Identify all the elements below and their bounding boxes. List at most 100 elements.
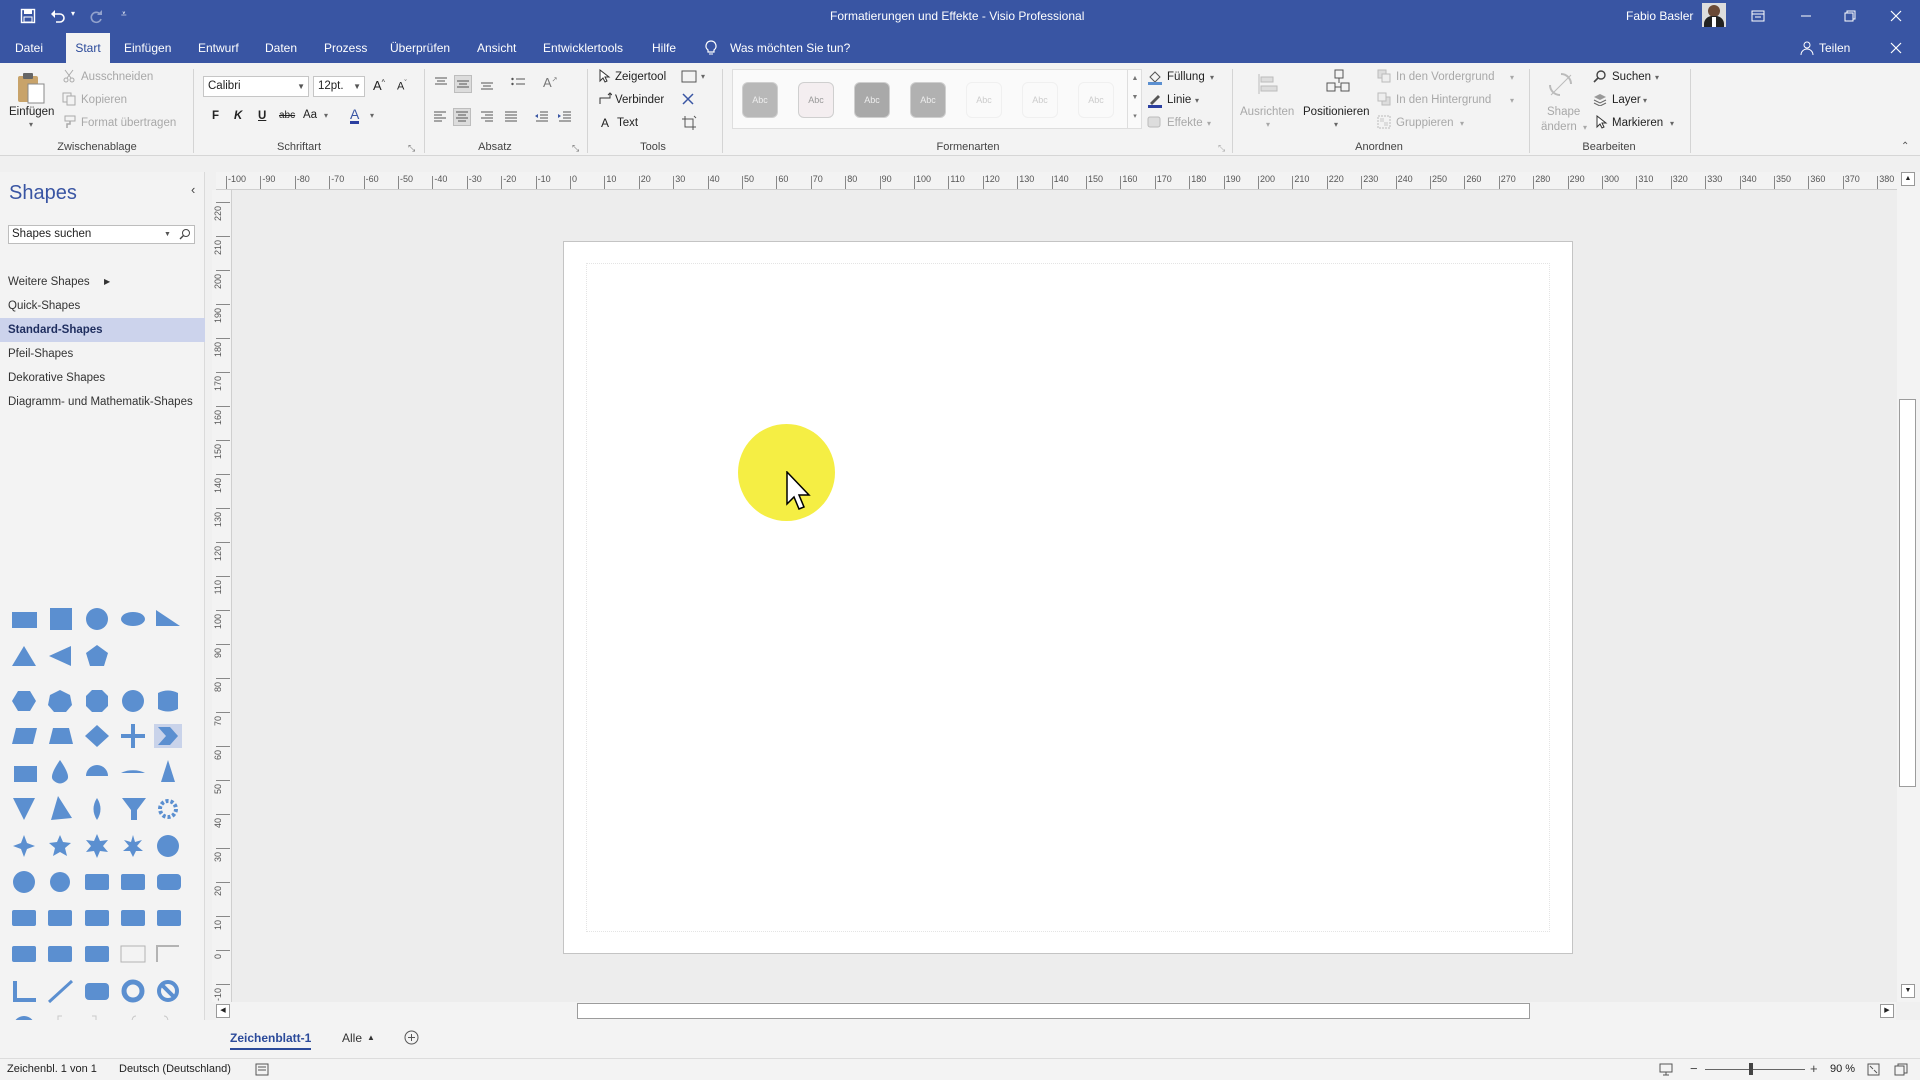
- send-to-back-dropdown-icon[interactable]: ▾: [1510, 96, 1514, 105]
- search-dropdown-icon[interactable]: ▼: [164, 226, 171, 243]
- shape-style-5[interactable]: Abc: [966, 82, 1002, 118]
- text-tool-button[interactable]: Text: [617, 117, 638, 129]
- tab-einfuegen[interactable]: Einfügen: [118, 33, 177, 63]
- paste-dropdown-icon[interactable]: ▾: [29, 120, 33, 129]
- close-pane-icon[interactable]: [1890, 42, 1902, 54]
- zoom-level[interactable]: 90 %: [1830, 1063, 1855, 1075]
- align-center-icon[interactable]: [453, 108, 471, 126]
- share-button[interactable]: Teilen: [1813, 33, 1856, 63]
- connector-tool-button[interactable]: Verbinder: [615, 94, 664, 106]
- minimize-icon[interactable]: [1799, 9, 1813, 23]
- user-name[interactable]: Fabio Basler: [1626, 9, 1693, 23]
- align-dropdown-icon[interactable]: ▾: [1266, 120, 1270, 129]
- plaque-shape[interactable]: [85, 983, 109, 1000]
- cross-shape[interactable]: [121, 724, 145, 748]
- font-color-button[interactable]: A: [350, 107, 360, 124]
- search-icon[interactable]: [179, 228, 191, 240]
- position-button[interactable]: Positionieren: [1303, 106, 1369, 118]
- collapse-pane-icon[interactable]: ‹: [191, 182, 195, 197]
- scroll-left-icon[interactable]: ◀: [216, 1004, 230, 1018]
- bring-to-front-dropdown-icon[interactable]: ▾: [1510, 73, 1514, 82]
- undo-icon[interactable]: [50, 8, 66, 24]
- align-top-icon[interactable]: [433, 75, 449, 91]
- stencil-standard-shapes[interactable]: Standard-Shapes: [0, 318, 205, 342]
- teardrop-shape[interactable]: [93, 798, 101, 820]
- tab-datei[interactable]: Datei: [9, 33, 49, 63]
- collapse-ribbon-icon[interactable]: ⌃: [1901, 141, 1909, 152]
- circle-3-shape[interactable]: [50, 872, 70, 892]
- font-size-field[interactable]: 12pt. ▼: [313, 76, 365, 97]
- horizontal-scroll-thumb[interactable]: [577, 1003, 1530, 1019]
- group-button[interactable]: Gruppieren: [1396, 117, 1454, 129]
- parallelogram-shape[interactable]: [12, 728, 37, 744]
- tell-me-search[interactable]: Was möchten Sie tun?: [724, 33, 856, 63]
- connection-point-icon[interactable]: [682, 93, 694, 105]
- underline-button[interactable]: U: [258, 110, 266, 122]
- effects-button[interactable]: Effekte: [1167, 117, 1203, 129]
- switch-windows-icon[interactable]: [1894, 1063, 1908, 1076]
- bring-to-front-button[interactable]: In den Vordergrund: [1396, 71, 1494, 83]
- font-color-dropdown-icon[interactable]: ▾: [370, 111, 374, 120]
- cone-shape[interactable]: [161, 760, 175, 782]
- line-button[interactable]: Linie: [1167, 94, 1191, 106]
- gear-shape[interactable]: [158, 799, 178, 819]
- page-number-status[interactable]: Zeichenbl. 1 von 1: [7, 1063, 97, 1075]
- chevron-down-icon[interactable]: ▼: [297, 77, 305, 96]
- stencil-math-shapes[interactable]: Diagramm- und Mathematik-Shapes: [0, 390, 205, 414]
- format-painter-button[interactable]: Format übertragen: [81, 117, 176, 129]
- ellipse-shape[interactable]: [121, 612, 145, 626]
- language-status[interactable]: Deutsch (Deutschland): [119, 1063, 231, 1075]
- zoom-slider-track[interactable]: [1705, 1069, 1805, 1070]
- change-shape-dropdown-icon[interactable]: ▾: [1583, 123, 1587, 132]
- tab-ueberpruefen[interactable]: Überprüfen: [384, 33, 456, 63]
- circle-2-shape[interactable]: [13, 871, 35, 893]
- case-dropdown-icon[interactable]: ▾: [324, 111, 328, 120]
- pointer-tool-button[interactable]: Zeigertool: [615, 71, 666, 83]
- rounded-rect-3-shape[interactable]: [157, 874, 181, 890]
- add-sheet-icon[interactable]: [404, 1030, 419, 1045]
- restore-icon[interactable]: [1843, 9, 1857, 23]
- rectangle-dropdown-icon[interactable]: ▾: [701, 72, 705, 81]
- circle-shape[interactable]: [86, 608, 108, 630]
- inverted-cone-shape[interactable]: [13, 798, 35, 820]
- presentation-mode-icon[interactable]: [1659, 1063, 1673, 1076]
- macro-record-icon[interactable]: [255, 1063, 269, 1076]
- tab-entwicklertools[interactable]: Entwicklertools: [537, 33, 629, 63]
- scroll-down-icon[interactable]: ▼: [1901, 984, 1915, 998]
- right-triangle-shape[interactable]: [156, 610, 180, 626]
- sheet-tab-zeichenblatt-1[interactable]: Zeichenblatt-1: [230, 1031, 312, 1050]
- rect-9-shape[interactable]: [12, 946, 36, 962]
- strikethrough-button[interactable]: abc: [279, 110, 295, 121]
- undo-dropdown-icon[interactable]: ▾: [71, 9, 75, 18]
- diamond-shape[interactable]: [85, 725, 109, 747]
- tab-hilfe[interactable]: Hilfe: [646, 33, 682, 63]
- scroll-up-icon[interactable]: ▲: [1901, 172, 1915, 186]
- shape-style-6[interactable]: Abc: [1022, 82, 1058, 118]
- shape-style-4[interactable]: Abc: [910, 82, 946, 118]
- font-name-field[interactable]: Calibri ▼: [203, 76, 309, 97]
- justify-icon[interactable]: [503, 109, 519, 125]
- star-7-shape[interactable]: [123, 835, 143, 857]
- star-many-shape[interactable]: [157, 835, 179, 857]
- frame-shape[interactable]: [120, 945, 146, 963]
- gallery-scroll[interactable]: ▲ ▼ ▾: [1127, 69, 1142, 129]
- hexagon-shape[interactable]: [12, 691, 36, 711]
- shape-style-3[interactable]: Abc: [854, 82, 890, 118]
- rectangle-shape[interactable]: [12, 612, 37, 628]
- rounded-rect-2-shape[interactable]: [121, 874, 145, 890]
- pyramid-shape[interactable]: [51, 796, 72, 820]
- zoom-in-icon[interactable]: +: [1810, 1061, 1818, 1076]
- dialog-launcher-icon[interactable]: ⤡: [572, 143, 579, 154]
- fill-button[interactable]: Füllung: [1167, 71, 1205, 83]
- fill-dropdown-icon[interactable]: ▾: [1210, 73, 1214, 82]
- grow-font-icon[interactable]: A^: [373, 78, 385, 93]
- rect-4-shape[interactable]: [12, 910, 36, 926]
- left-triangle-shape[interactable]: [49, 646, 71, 666]
- tab-ansicht[interactable]: Ansicht: [471, 33, 522, 63]
- tab-start[interactable]: Start: [66, 33, 110, 63]
- funnel-shape[interactable]: [122, 798, 146, 820]
- save-icon[interactable]: [20, 8, 36, 24]
- rect-10-shape[interactable]: [48, 946, 72, 962]
- bullets-icon[interactable]: [510, 75, 526, 91]
- close-icon[interactable]: [1889, 9, 1903, 23]
